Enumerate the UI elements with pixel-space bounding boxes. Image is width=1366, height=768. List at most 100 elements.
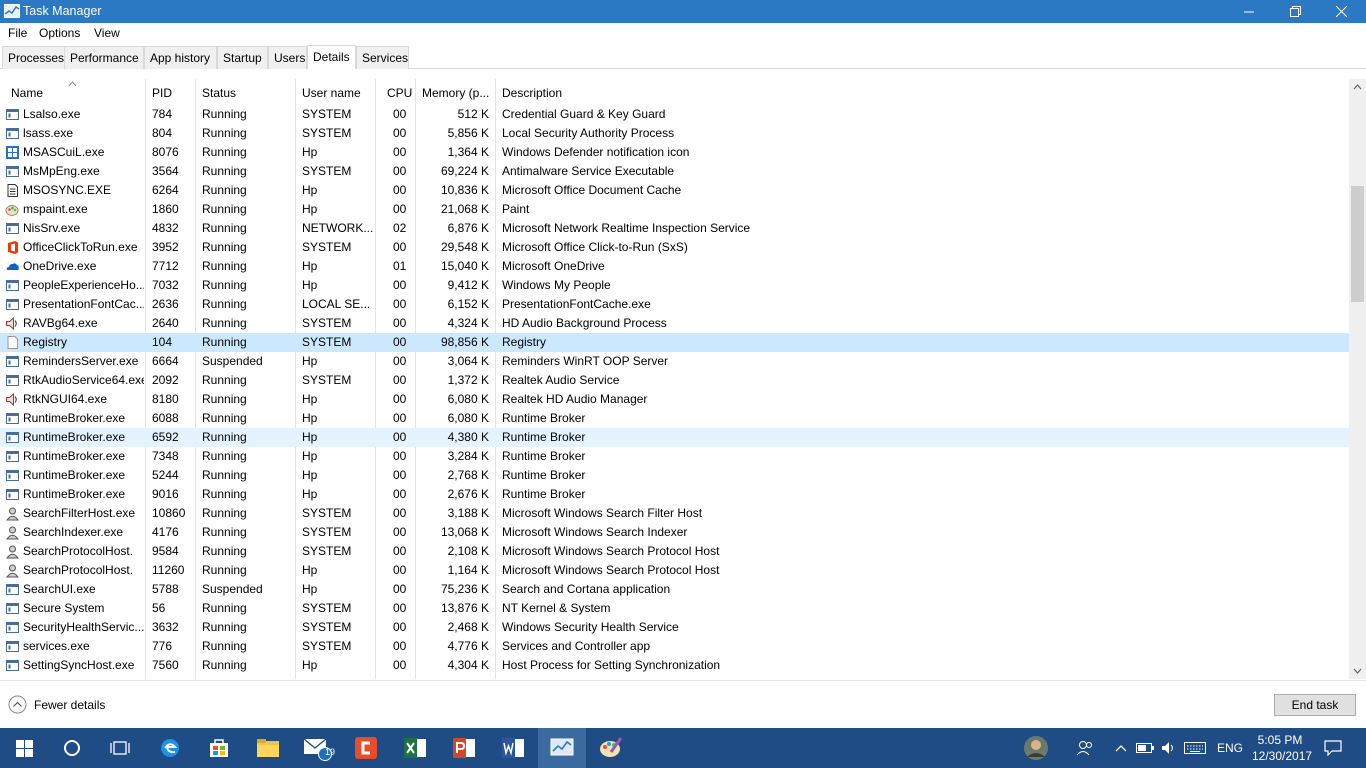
people-avatar[interactable] [1021, 728, 1051, 768]
cell-status: Running [202, 335, 247, 349]
cell-cpu: 00 [393, 411, 407, 425]
table-row[interactable]: RuntimeBroker.exe 7348 Running Hp 00 3,284 K R… [0, 447, 1349, 466]
table-row[interactable]: SearchIndexer.exe 4176 Running SYSTEM 00 13,0… [0, 523, 1349, 542]
action-center-button[interactable] [1318, 728, 1348, 768]
cortana-button[interactable] [48, 728, 96, 768]
vertical-scrollbar[interactable] [1349, 79, 1366, 679]
table-row[interactable]: MSASCuiL.exe 8076 Running Hp 00 1,364 K Window… [0, 143, 1349, 162]
table-row[interactable]: RuntimeBroker.exe 6592 Running Hp 00 4,380 K R… [0, 428, 1349, 447]
table-row[interactable]: SearchUI.exe 5788 Suspended Hp 00 75,236 K Sea… [0, 580, 1349, 599]
cell-pid: 56 [152, 601, 166, 615]
camtasia-app[interactable] [342, 728, 390, 768]
menu-options[interactable]: Options [39, 26, 80, 40]
window-icon [6, 584, 19, 595]
clock-time: 5:05 PM [1257, 733, 1303, 747]
table-row[interactable]: MSOSYNC.EXE 6264 Running Hp 00 10,836 K Micros… [0, 181, 1349, 200]
table-row[interactable]: mspaint.exe 1860 Running Hp 00 21,068 K Paint [0, 200, 1349, 219]
cell-description: Credential Guard & Key Guard [502, 107, 666, 121]
table-row[interactable]: SecurityHealthServic... 3632 Running SYSTEM… [0, 618, 1349, 637]
scrollbar-thumb[interactable] [1351, 186, 1364, 302]
column-header-pid[interactable]: PID [146, 79, 196, 105]
tab-performance[interactable]: Performance [64, 46, 144, 69]
cell-user-name: Hp [302, 202, 318, 216]
table-row[interactable]: RuntimeBroker.exe 6088 Running Hp 00 6,080 K R… [0, 409, 1349, 428]
table-row[interactable]: Registry 104 Running SYSTEM 00 98,856 K Regist… [0, 333, 1349, 352]
table-row[interactable]: lsass.exe 804 Running SYSTEM 00 5,856 K Local … [0, 124, 1349, 143]
word-app[interactable] [489, 728, 537, 768]
cell-pid: 784 [152, 107, 173, 121]
edge-app[interactable] [146, 728, 194, 768]
powerpoint-app[interactable] [440, 728, 488, 768]
table-row[interactable]: services.exe 776 Running SYSTEM 00 4,776 K Ser… [0, 637, 1349, 656]
column-header-cpu[interactable]: CPU [376, 79, 416, 105]
column-header-memory[interactable]: Memory (p... [416, 79, 496, 105]
title-bar[interactable]: Task Manager [0, 0, 1366, 23]
tab-processes[interactable]: Processes [2, 46, 65, 69]
battery-button[interactable] [1134, 728, 1156, 768]
cell-description: Windows My People [502, 278, 611, 292]
table-row[interactable]: RuntimeBroker.exe 5244 Running Hp 00 2,768 K R… [0, 466, 1349, 485]
task-view-button[interactable] [96, 728, 144, 768]
tab-services[interactable]: Services [356, 46, 409, 69]
menu-view[interactable]: View [94, 26, 120, 40]
cell-cpu: 00 [393, 525, 407, 539]
column-header-description[interactable]: Description [496, 79, 1349, 105]
fewer-details-link[interactable]: Fewer details [8, 695, 105, 714]
cell-status: Running [202, 240, 247, 254]
cell-name: RtkNGUI64.exe [23, 392, 108, 406]
table-row[interactable]: RAVBg64.exe 2640 Running SYSTEM 00 4,324 K HD … [0, 314, 1349, 333]
excel-app[interactable] [391, 728, 439, 768]
cell-name: SearchFilterHost.exe [23, 506, 136, 520]
table-row[interactable]: PeopleExperienceHo... 7032 Running Hp 00 9,41… [0, 276, 1349, 295]
table-row[interactable]: OfficeClickToRun.exe 3952 Running SYSTEM 00 2… [0, 238, 1349, 257]
cell-cpu: 00 [393, 449, 407, 463]
cell-pid: 804 [152, 126, 173, 140]
column-header-user-name[interactable]: User name [296, 79, 376, 105]
mail-app[interactable]: 19 [293, 728, 341, 768]
end-task-button[interactable]: End task [1274, 694, 1356, 716]
input-language-indicator[interactable]: ENG [1212, 728, 1248, 768]
window-icon [6, 622, 19, 633]
store-app[interactable] [195, 728, 243, 768]
table-row[interactable]: RtkAudioService64.exe 2092 Running SYSTEM 00… [0, 371, 1349, 390]
scroll-up-icon[interactable] [1349, 79, 1366, 96]
restore-button[interactable] [1272, 0, 1318, 23]
table-row[interactable]: SearchProtocolHost. 9584 Running SYSTEM 00 2,… [0, 542, 1349, 561]
minimize-button[interactable] [1226, 0, 1272, 23]
cell-name: RuntimeBroker.exe [23, 487, 126, 501]
table-row[interactable]: SearchFilterHost.exe 10860 Running SYSTEM 00… [0, 504, 1349, 523]
start-button[interactable] [0, 728, 48, 768]
close-button[interactable] [1318, 0, 1364, 23]
volume-button[interactable] [1158, 728, 1180, 768]
show-hidden-icons-button[interactable] [1110, 728, 1132, 768]
menu-file[interactable]: File [8, 26, 27, 40]
table-row[interactable]: PresentationFontCac... 2636 Running LOCAL S… [0, 295, 1349, 314]
table-row[interactable]: RuntimeBroker.exe 9016 Running Hp 00 2,676 K R… [0, 485, 1349, 504]
scroll-down-icon[interactable] [1349, 662, 1366, 679]
powerpoint-icon [453, 738, 475, 758]
touch-keyboard-button[interactable] [1182, 728, 1208, 768]
table-row[interactable]: Secure System 56 Running SYSTEM 00 13,876 K NT… [0, 599, 1349, 618]
tab-users[interactable]: Users [268, 46, 307, 69]
tab-app-history[interactable]: App history [144, 46, 217, 69]
cell-memory: 4,324 K [447, 316, 489, 330]
tab-details[interactable]: Details [307, 45, 356, 69]
paint-app[interactable] [587, 728, 635, 768]
file-explorer-app[interactable] [244, 728, 292, 768]
people-button[interactable] [1072, 728, 1098, 768]
column-header-status[interactable]: Status [196, 79, 296, 105]
cell-memory: 6,080 K [447, 411, 489, 425]
column-header-name[interactable]: Name [5, 79, 146, 105]
table-row[interactable]: RtkNGUI64.exe 8180 Running Hp 00 6,080 K Realt… [0, 390, 1349, 409]
table-row[interactable]: RemindersServer.exe 6664 Suspended Hp 00 3,06… [0, 352, 1349, 371]
tab-startup[interactable]: Startup [217, 46, 268, 69]
table-row[interactable]: SettingSyncHost.exe 7560 Running Hp 00 4,304 … [0, 656, 1349, 675]
table-row[interactable]: MsMpEng.exe 3564 Running SYSTEM 00 69,224 K An… [0, 162, 1349, 181]
table-row[interactable]: NisSrv.exe 4832 Running NETWORK... 02 6,876 K… [0, 219, 1349, 238]
table-row[interactable]: Lsalso.exe 784 Running SYSTEM 00 512 K Credent… [0, 105, 1349, 124]
table-row[interactable]: OneDrive.exe 7712 Running Hp 01 15,040 K Micro… [0, 257, 1349, 276]
task-manager-taskbar-app[interactable] [538, 728, 586, 768]
clock[interactable]: 5:05 PM 12/30/2017 [1252, 732, 1312, 764]
cell-pid: 2640 [152, 316, 179, 330]
table-row[interactable]: SearchProtocolHost. 11260 Running Hp 00 1,164… [0, 561, 1349, 580]
